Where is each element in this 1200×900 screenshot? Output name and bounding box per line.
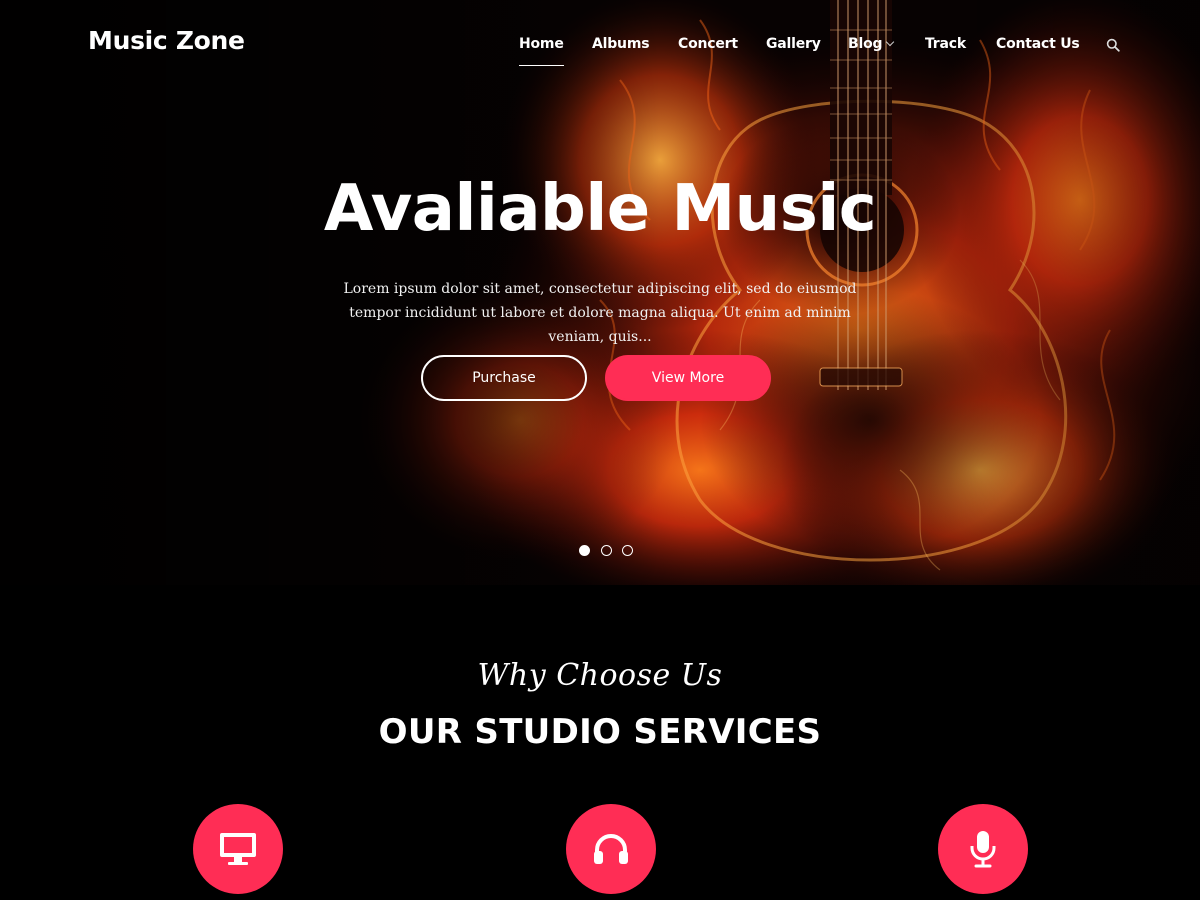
site-logo[interactable]: Music Zone bbox=[88, 26, 245, 55]
search-icon[interactable] bbox=[1106, 38, 1120, 52]
nav-contact-us[interactable]: Contact Us bbox=[996, 36, 1080, 52]
headphones-icon bbox=[594, 834, 628, 864]
nav-blog-label: Blog bbox=[848, 36, 883, 52]
hero-title: Avaliable Music bbox=[323, 172, 877, 246]
slider-dot-3[interactable] bbox=[622, 545, 633, 556]
monitor-icon bbox=[220, 833, 256, 865]
nav-blog[interactable]: Blog bbox=[848, 36, 895, 52]
slider-dot-2[interactable] bbox=[601, 545, 612, 556]
service-headphones[interactable] bbox=[566, 804, 656, 894]
purchase-button[interactable]: Purchase bbox=[421, 355, 587, 401]
nav-concert[interactable]: Concert bbox=[678, 36, 738, 52]
nav-home[interactable]: Home bbox=[519, 36, 564, 66]
section-title: OUR STUDIO SERVICES bbox=[378, 712, 822, 752]
chevron-down-icon bbox=[886, 37, 895, 47]
nav-albums[interactable]: Albums bbox=[592, 36, 650, 52]
section-eyebrow: Why Choose Us bbox=[477, 658, 723, 693]
nav-gallery[interactable]: Gallery bbox=[766, 36, 821, 52]
slider-dot-1[interactable] bbox=[579, 545, 590, 556]
hero-slider: Music Zone Home Albums Concert Gallery B… bbox=[0, 0, 1200, 585]
service-monitor[interactable] bbox=[193, 804, 283, 894]
nav-track[interactable]: Track bbox=[925, 36, 966, 52]
hero-description: Lorem ipsum dolor sit amet, consectetur … bbox=[343, 281, 857, 345]
service-microphone[interactable] bbox=[938, 804, 1028, 894]
microphone-icon bbox=[970, 831, 996, 868]
view-more-button[interactable]: View More bbox=[605, 355, 771, 401]
